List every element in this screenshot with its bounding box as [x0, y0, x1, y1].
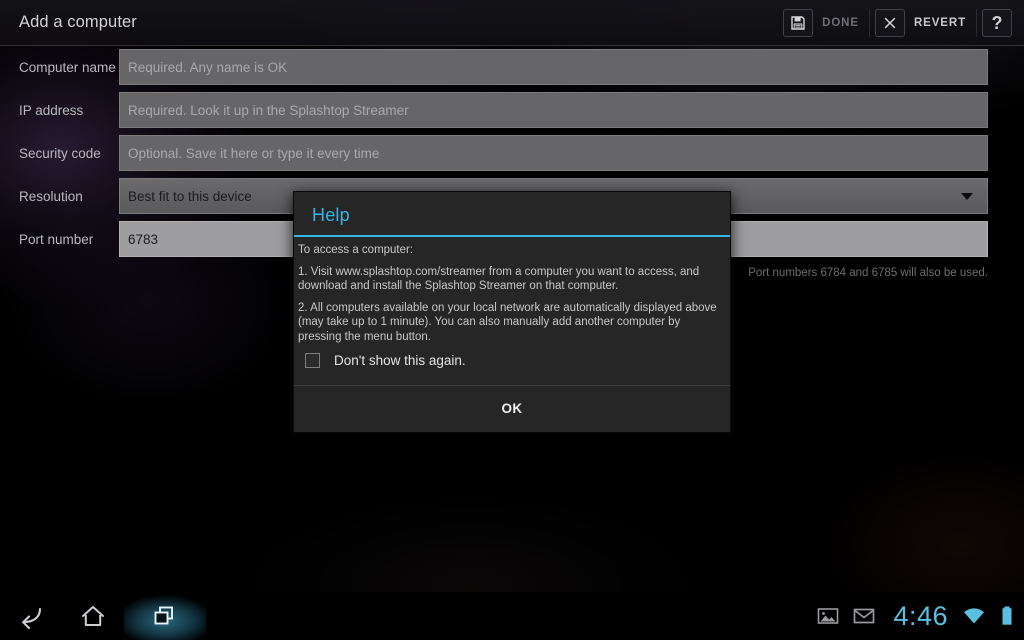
help-dialog-ok-label: OK [501, 401, 523, 417]
dont-show-again-label: Don't show this again. [334, 352, 466, 368]
status-icon-group[interactable]: 4:46 [803, 592, 1024, 640]
home-icon [82, 606, 104, 626]
form-row-security-code: Security code Optional. Save it here or … [0, 132, 1024, 174]
recent-apps-button[interactable] [124, 592, 206, 640]
help-dialog-step-1: 1. Visit www.splashtop.com/streamer from… [298, 265, 700, 293]
status-clock[interactable]: 4:46 [893, 602, 948, 630]
form-row-ip-address: IP address Required. Look it up in the S… [0, 89, 1024, 131]
ip-address-label: IP address [19, 102, 84, 118]
wifi-icon-svg [964, 608, 984, 624]
screen-root: Add a computer DONE REVERT ? Computer na… [0, 0, 1024, 640]
gmail-envelope-icon[interactable] [853, 607, 875, 625]
home-button[interactable] [62, 592, 124, 640]
help-button[interactable]: ? [976, 0, 1018, 46]
wifi-icon[interactable] [962, 606, 986, 626]
port-number-label: Port number [19, 231, 94, 247]
nav-button-group [0, 592, 206, 640]
battery-icon[interactable] [1000, 605, 1014, 627]
done-button[interactable]: DONE [777, 0, 869, 46]
done-button-label: DONE [822, 16, 859, 29]
close-x-icon-svg [884, 17, 896, 28]
computer-name-input[interactable]: Required. Any name is OK [119, 49, 988, 85]
page-title: Add a computer [19, 13, 137, 31]
help-dialog-intro: To access a computer: [298, 244, 414, 256]
save-floppy-icon-svg [791, 15, 805, 30]
chevron-down-icon [961, 192, 973, 200]
action-bar: Add a computer DONE REVERT ? [0, 0, 1024, 46]
help-dialog: Help To access a computer: 1. Visit www.… [293, 191, 731, 433]
revert-button-label: REVERT [913, 16, 966, 29]
security-code-label: Security code [19, 145, 101, 161]
help-dialog-step-2: 2. All computers available on your local… [298, 301, 717, 343]
save-floppy-icon [783, 8, 814, 37]
gmail-envelope-icon-svg [854, 608, 875, 624]
help-question-icon-glyph: ? [991, 12, 1003, 33]
revert-button[interactable]: REVERT [868, 0, 976, 46]
help-dialog-ok-button[interactable]: OK [294, 384, 730, 432]
close-x-icon [874, 8, 905, 37]
help-dialog-header: Help [294, 192, 730, 237]
recent-apps-icon [154, 606, 173, 625]
ip-address-input[interactable]: Required. Look it up in the Splashtop St… [119, 92, 988, 128]
help-question-icon: ? [982, 8, 1012, 37]
computer-name-label: Computer name [19, 59, 116, 75]
security-code-input[interactable]: Optional. Save it here or type it every … [119, 135, 988, 171]
system-navigation-bar: 4:46 [0, 592, 1024, 640]
help-dialog-title: Help [312, 205, 350, 225]
resolution-spinner-value: Best fit to this device [128, 188, 252, 204]
back-icon [22, 607, 42, 629]
action-bar-actions: DONE REVERT ? [777, 0, 1018, 46]
form-row-computer-name: Computer name Required. Any name is OK [0, 46, 1024, 88]
back-button[interactable] [0, 592, 62, 640]
screenshot-image-icon[interactable] [817, 606, 839, 626]
screenshot-image-icon-svg [818, 608, 839, 624]
dont-show-again-checkbox[interactable] [305, 352, 320, 368]
port-number-hint: Port numbers 6784 and 6785 will also be … [748, 267, 988, 279]
battery-icon-svg [1002, 606, 1012, 625]
help-dialog-body: To access a computer: 1. Visit www.splas… [294, 237, 730, 385]
resolution-label: Resolution [19, 188, 83, 204]
dont-show-again-row[interactable]: Don't show this again. [296, 348, 722, 381]
